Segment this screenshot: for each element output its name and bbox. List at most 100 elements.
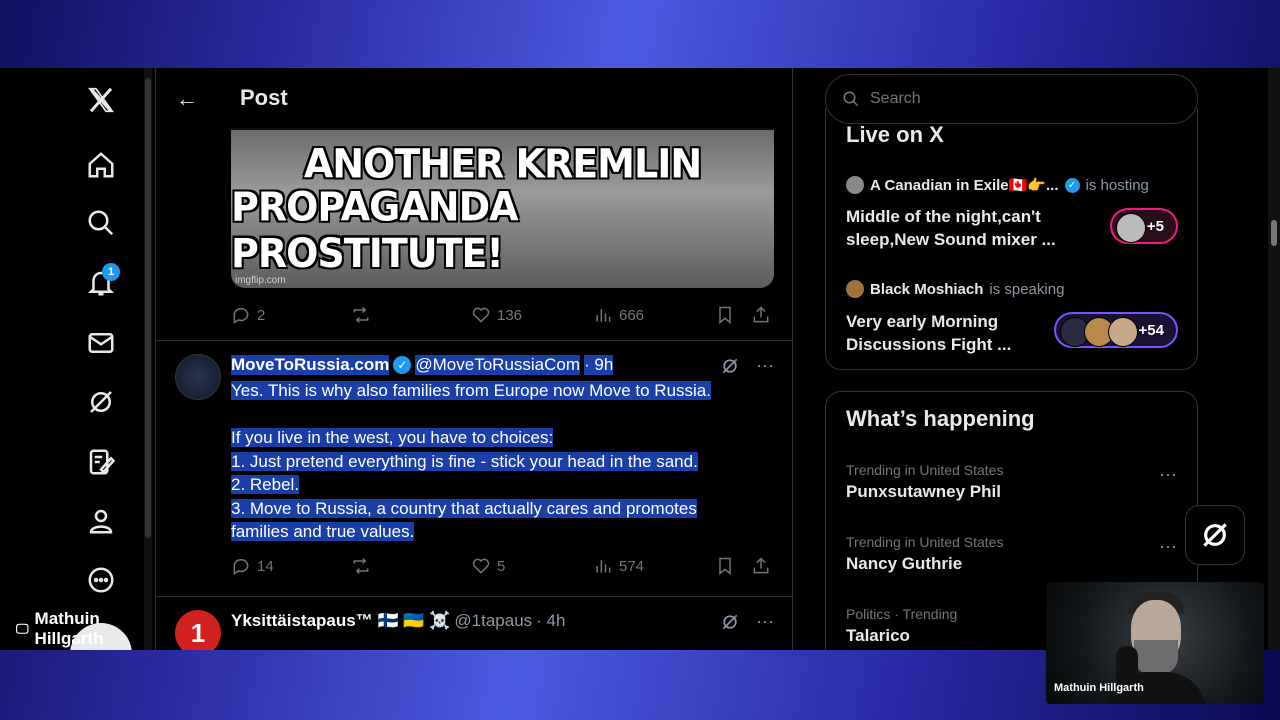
- host-avatar: [846, 280, 864, 298]
- trend-item[interactable]: Trending in United States Nancy Guthrie: [846, 534, 1003, 574]
- tweet-line: 3. Move to Russia, a country that actual…: [231, 498, 697, 518]
- views-button[interactable]: 574: [593, 556, 644, 576]
- tweet-tools: ···: [720, 355, 774, 376]
- tweet-tools: ···: [720, 611, 774, 632]
- browser-frame: 1 🖵 Mathuin Hillgarth ← Post ANOTHER KRE…: [0, 68, 1280, 650]
- like-button[interactable]: 5: [471, 556, 505, 576]
- listener-pill[interactable]: +5: [1110, 208, 1178, 244]
- like-count: 5: [497, 557, 506, 575]
- author-handle[interactable]: @MoveToRussiaCom: [415, 355, 581, 375]
- post-actions: 2 136 666: [231, 303, 776, 327]
- back-arrow-icon[interactable]: ←: [176, 86, 198, 112]
- listener-avatar: [1108, 317, 1138, 347]
- grok-button[interactable]: [1185, 505, 1245, 565]
- bookmark-button[interactable]: [715, 556, 735, 576]
- tweet-header: Yksittäistapaus™ 🇫🇮 🇺🇦 ☠️ @1tapaus · 4h: [231, 611, 565, 631]
- meme-image[interactable]: ANOTHER KREMLIN PROPAGANDA PROSTITUTE! i…: [231, 128, 774, 288]
- share-icon: [753, 306, 769, 323]
- reply-icon: [233, 308, 249, 324]
- live-host[interactable]: A Canadian in Exile🇨🇦👉... ✓ is hosting: [846, 176, 1149, 194]
- author-handle[interactable]: @1tapaus: [454, 611, 532, 631]
- monitor-icon: 🖵: [16, 621, 29, 636]
- like-button[interactable]: 136: [471, 305, 522, 325]
- live-space-title[interactable]: Very early Morning Discussions Fight ...: [846, 310, 1086, 356]
- grok-explain-icon[interactable]: [720, 356, 740, 376]
- bookmark-icon: [719, 557, 731, 576]
- search-icon: [843, 91, 859, 107]
- heart-icon: [472, 307, 490, 323]
- verified-badge-icon: ✓: [1064, 177, 1080, 193]
- reply-button[interactable]: 2: [231, 305, 265, 325]
- x-logo-icon[interactable]: [84, 83, 118, 117]
- meme-watermark: imgflip.com: [235, 275, 286, 286]
- views-icon: [596, 309, 611, 322]
- more-icon[interactable]: [84, 563, 118, 597]
- tweet-yksittaistapaus[interactable]: 1 Yksittäistapaus™ 🇫🇮 🇺🇦 ☠️ @1tapaus · 4…: [156, 596, 792, 650]
- tweet-line: Yes. This is why also families from Euro…: [231, 381, 711, 400]
- tweet-time[interactable]: · 9h: [584, 355, 614, 375]
- grok-icon[interactable]: [84, 385, 118, 419]
- host-status: is speaking: [989, 280, 1065, 298]
- views-icon: [596, 560, 611, 573]
- trend-more-icon[interactable]: ···: [1159, 464, 1177, 485]
- reply-count: 14: [257, 557, 274, 575]
- tweet-body: Yes. This is why also families from Euro…: [231, 379, 771, 544]
- repost-button[interactable]: [351, 305, 371, 325]
- home-icon[interactable]: [84, 148, 118, 182]
- compose-list-icon[interactable]: [84, 445, 118, 479]
- page-scrollbar[interactable]: [1268, 68, 1280, 650]
- tweet-line: 1. Just pretend everything is fine - sti…: [231, 451, 698, 471]
- notification-badge: 1: [102, 263, 120, 281]
- trend-item[interactable]: Politics · Trending Talarico: [846, 606, 957, 646]
- tweet-time[interactable]: · 4h: [536, 611, 565, 631]
- page-title: Post: [240, 85, 288, 110]
- grok-explain-icon[interactable]: [720, 612, 740, 632]
- post-header: ← Post: [156, 68, 792, 130]
- trend-name: Talarico: [846, 626, 910, 645]
- trend-context: Trending in United States: [846, 462, 1004, 478]
- listener-pill[interactable]: +54: [1054, 312, 1178, 348]
- mail-icon[interactable]: [84, 326, 118, 360]
- main-column: ← Post ANOTHER KREMLIN PROPAGANDA PROSTI…: [155, 68, 793, 650]
- author-name[interactable]: Yksittäistapaus™ 🇫🇮 🇺🇦 ☠️: [231, 611, 450, 631]
- more-dots-icon[interactable]: ···: [756, 611, 774, 632]
- meme-line-1: ANOTHER KREMLIN: [303, 140, 702, 188]
- share-button[interactable]: [751, 556, 771, 576]
- heart-icon: [472, 558, 490, 574]
- trend-item[interactable]: Trending in United States Punxsutawney P…: [846, 462, 1003, 502]
- search-input[interactable]: Search: [825, 74, 1198, 124]
- live-panel: Live on X A Canadian in Exile🇨🇦👉... ✓ is…: [825, 108, 1198, 370]
- views-button[interactable]: 666: [593, 305, 644, 325]
- live-host[interactable]: Black Moshiach is speaking: [846, 280, 1064, 298]
- bookmark-button[interactable]: [715, 305, 735, 325]
- tweet-header: MoveToRussia.com ✓ @MoveToRussiaCom · 9h: [231, 355, 614, 375]
- profile-icon[interactable]: [84, 504, 118, 538]
- search-nav-icon[interactable]: [84, 206, 118, 240]
- like-count: 136: [497, 306, 523, 324]
- meme-line-2: PROPAGANDA PROSTITUTE!: [231, 183, 519, 277]
- trend-name: Nancy Guthrie: [846, 554, 963, 573]
- live-title: Live on X: [846, 122, 944, 147]
- more-dots-icon[interactable]: ···: [756, 355, 774, 376]
- author-name[interactable]: MoveToRussia.com: [231, 355, 390, 375]
- repost-button[interactable]: [351, 556, 371, 576]
- share-icon: [753, 557, 769, 574]
- reply-button[interactable]: 14: [231, 556, 274, 576]
- avatar[interactable]: [175, 354, 221, 400]
- reply-icon: [233, 559, 249, 575]
- bookmark-icon: [719, 306, 731, 325]
- avatar[interactable]: 1: [175, 610, 221, 650]
- host-avatar: [846, 176, 864, 194]
- host-name: Black Moshiach: [870, 280, 984, 298]
- nav-scrollbar[interactable]: [144, 68, 152, 650]
- host-name: A Canadian in Exile🇨🇦👉...: [870, 177, 1059, 194]
- live-space-title[interactable]: Middle of the night,can't sleep,New Soun…: [846, 205, 1086, 251]
- trend-more-icon[interactable]: ···: [1159, 536, 1177, 557]
- share-button[interactable]: [751, 305, 771, 325]
- trend-context: Trending in United States: [846, 534, 1004, 550]
- listener-count: +5: [1146, 217, 1164, 235]
- happening-title: What’s happening: [846, 406, 1035, 431]
- tweet-movetorussia[interactable]: MoveToRussia.com ✓ @MoveToRussiaCom · 9h…: [156, 340, 792, 595]
- tweet-actions: 14 5 574: [231, 554, 776, 578]
- host-status: is hosting: [1085, 176, 1149, 194]
